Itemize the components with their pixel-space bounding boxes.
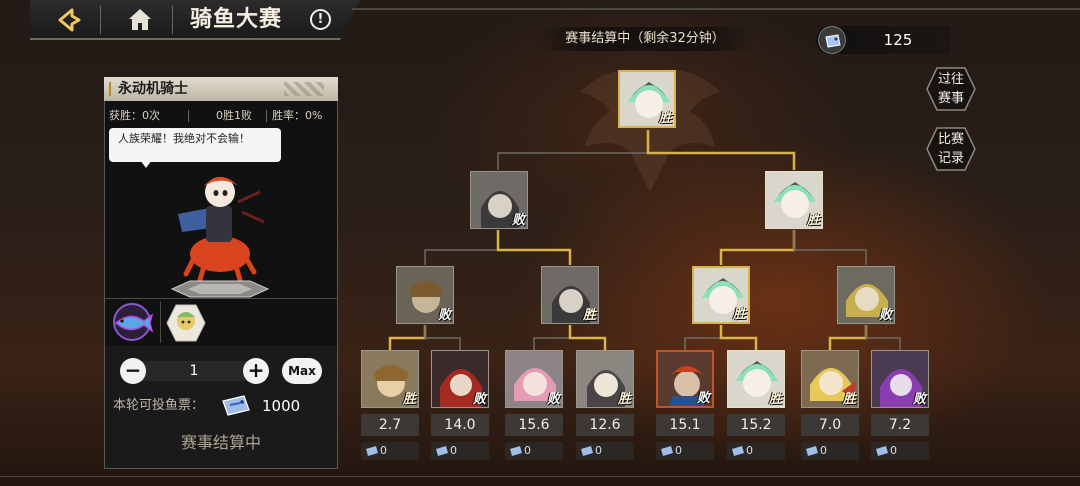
- result-label: 胜: [402, 392, 416, 407]
- bet-count: 0: [871, 442, 929, 460]
- bet-count: 0: [727, 442, 785, 460]
- quarterfinal-cell[interactable]: 败: [396, 266, 454, 324]
- bet-count: 0: [505, 442, 563, 460]
- bet-count-value: 0: [746, 444, 753, 457]
- bet-count-value: 0: [524, 444, 531, 457]
- odds-value: 15.1: [656, 414, 714, 436]
- odds-value: 15.2: [727, 414, 785, 436]
- quarterfinal-cell[interactable]: 胜: [541, 266, 599, 324]
- bet-count: 0: [801, 442, 859, 460]
- fish-ticket-icon: [732, 446, 744, 456]
- result-label: 败: [696, 391, 710, 406]
- result-label: 胜: [842, 392, 856, 407]
- semifinal-cell[interactable]: 败: [470, 171, 528, 229]
- round1-cell-selected[interactable]: 败: [656, 350, 714, 408]
- round1-cell[interactable]: 胜: [361, 350, 419, 408]
- bet-count-value: 0: [675, 444, 682, 457]
- round1-cell[interactable]: 败: [871, 350, 929, 408]
- odds-value: 2.7: [361, 414, 419, 436]
- final-winner-cell[interactable]: 胜: [618, 70, 676, 128]
- fish-ticket-icon: [806, 446, 818, 456]
- odds-value: 15.6: [505, 414, 563, 436]
- result-label: 败: [878, 308, 892, 323]
- result-label: 胜: [658, 111, 672, 126]
- fish-ticket-icon: [510, 446, 522, 456]
- result-label: 胜: [617, 392, 631, 407]
- result-label: 败: [511, 213, 525, 228]
- bet-count-value: 0: [595, 444, 602, 457]
- bottom-divider: [0, 476, 1080, 477]
- odds-value: 7.0: [801, 414, 859, 436]
- bet-count-value: 0: [380, 444, 387, 457]
- round1-cell[interactable]: 败: [431, 350, 489, 408]
- round1-cell[interactable]: 胜: [801, 350, 859, 408]
- bet-count: 0: [361, 442, 419, 460]
- bet-count-value: 0: [450, 444, 457, 457]
- result-label: 败: [912, 392, 926, 407]
- result-label: 胜: [732, 307, 746, 322]
- odds-value: 7.2: [871, 414, 929, 436]
- bet-count: 0: [656, 442, 714, 460]
- result-label: 败: [546, 392, 560, 407]
- game-screen: { "header": { "title": "骑鱼大赛", "info_ico…: [0, 0, 1080, 486]
- round1-cell[interactable]: 胜: [727, 350, 785, 408]
- bet-count-value: 0: [820, 444, 827, 457]
- round1-cell[interactable]: 败: [505, 350, 563, 408]
- result-label: 败: [437, 308, 451, 323]
- bet-count: 0: [431, 442, 489, 460]
- odds-value: 12.6: [576, 414, 634, 436]
- result-label: 胜: [582, 308, 596, 323]
- round1-cell[interactable]: 胜: [576, 350, 634, 408]
- fish-ticket-icon: [876, 446, 888, 456]
- quarterfinal-cell[interactable]: 败: [837, 266, 895, 324]
- fish-ticket-icon: [661, 446, 673, 456]
- result-label: 胜: [768, 392, 782, 407]
- semifinal-cell[interactable]: 胜: [765, 171, 823, 229]
- fish-ticket-icon: [366, 446, 378, 456]
- odds-value: 14.0: [431, 414, 489, 436]
- result-label: 胜: [806, 213, 820, 228]
- fish-ticket-icon: [581, 446, 593, 456]
- quarterfinal-cell[interactable]: 胜: [692, 266, 750, 324]
- fish-ticket-icon: [436, 446, 448, 456]
- bet-count: 0: [576, 442, 634, 460]
- result-label: 败: [472, 392, 486, 407]
- bet-count-value: 0: [890, 444, 897, 457]
